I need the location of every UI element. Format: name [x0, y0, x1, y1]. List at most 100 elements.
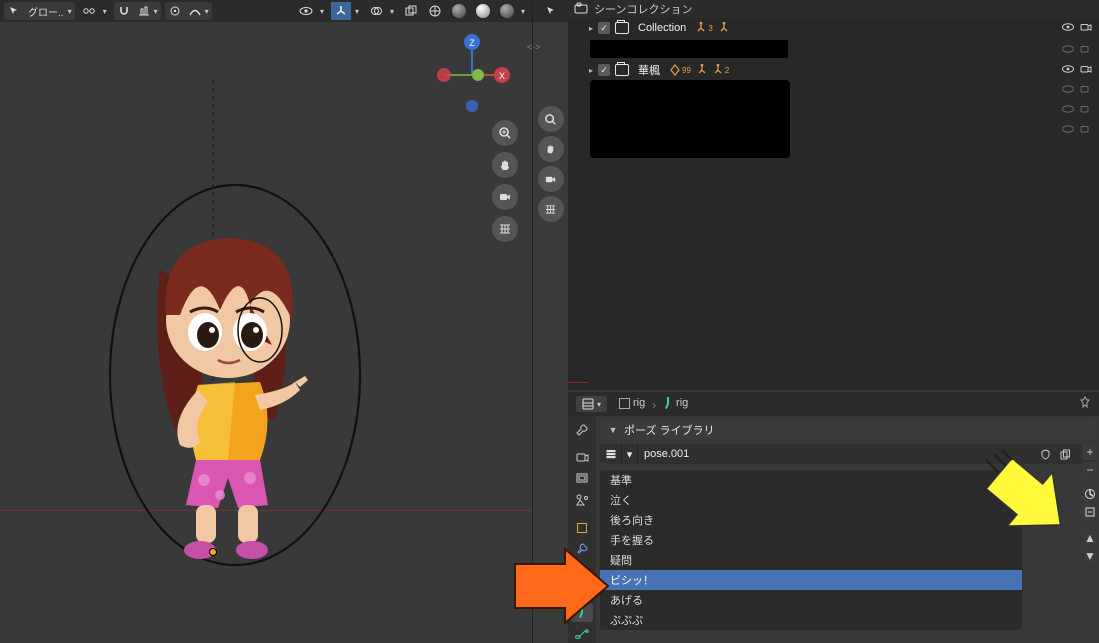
annotation-arrow-orange: [510, 546, 610, 626]
armature-icon: [697, 64, 707, 76]
zoom-icon[interactable]: [492, 120, 518, 146]
shading-matcap-icon[interactable]: [473, 2, 493, 20]
viewport-secondary-header: [533, 0, 568, 22]
eye-icon[interactable]: [1061, 63, 1075, 78]
camera-icon[interactable]: [1079, 43, 1093, 58]
outliner[interactable]: シーンコレクション ▸ ✓ Collection 3: [568, 0, 1099, 390]
scene-collection-icon: [574, 1, 588, 18]
camera-view-icon[interactable]: [492, 184, 518, 210]
collection-icon: [615, 64, 629, 76]
move-down-button[interactable]: ▼: [1082, 548, 1098, 564]
remove-pose-button[interactable]: −: [1082, 462, 1098, 478]
armature-icon: [719, 22, 729, 34]
tab-output[interactable]: [571, 469, 593, 488]
collection-icon: [615, 22, 629, 34]
sanitize-pose-button[interactable]: [1082, 504, 1098, 520]
snap-toggle-icon[interactable]: [114, 2, 134, 20]
camera-icon[interactable]: [1079, 63, 1093, 78]
eye-icon[interactable]: [1061, 123, 1075, 138]
xray-icon[interactable]: [401, 2, 421, 20]
move-up-button[interactable]: ▲: [1082, 530, 1098, 546]
collection-checkbox[interactable]: ✓: [598, 22, 610, 34]
pose-library-panel-header[interactable]: ▼ ポーズ ライブラリ: [600, 420, 1095, 440]
shading-wireframe-icon[interactable]: [425, 2, 445, 20]
pose-item[interactable]: ぷぷぷ: [600, 610, 1022, 630]
outliner-header: シーンコレクション: [568, 0, 1099, 18]
count-badge: 99: [682, 66, 691, 75]
tab-render[interactable]: [571, 448, 593, 467]
proportional-edit-icon[interactable]: [165, 2, 185, 20]
pose-item[interactable]: ビシッ！: [600, 570, 1022, 590]
pose-list[interactable]: 基準泣く後ろ向き手を握る疑問ビシッ！あげるぷぷぷ: [600, 470, 1022, 630]
pose-item[interactable]: 基準: [600, 470, 1022, 490]
outliner-row[interactable]: ▸ ✓ 華楓 99 2: [568, 60, 1099, 80]
nav-buttons: [492, 120, 518, 242]
split-handle-icon[interactable]: <·>: [527, 42, 541, 52]
outliner-row-hidden: [568, 40, 1099, 60]
zoom-icon[interactable]: [538, 106, 564, 132]
gizmo-toggle-icon[interactable]: [331, 2, 351, 20]
disclosure-triangle-icon[interactable]: ▸: [586, 24, 596, 33]
camera-icon[interactable]: [1079, 103, 1093, 118]
chevron-down-icon: ▾: [68, 7, 75, 16]
pose-item[interactable]: 疑問: [600, 550, 1022, 570]
camera-icon[interactable]: [1079, 21, 1093, 36]
falloff-icon[interactable]: [185, 2, 205, 20]
shading-solid-icon[interactable]: [449, 2, 469, 20]
pose-item[interactable]: 後ろ向き: [600, 510, 1022, 530]
floor-line: [568, 382, 588, 383]
action-browse-icon[interactable]: [600, 444, 622, 464]
armature-icon: [696, 22, 706, 34]
svg-text:X: X: [499, 71, 505, 81]
add-pose-button[interactable]: +: [1082, 444, 1098, 460]
chevron-down-icon[interactable]: ▾: [355, 7, 362, 16]
viewport-character[interactable]: [100, 160, 370, 570]
pose-item[interactable]: 泣く: [600, 490, 1022, 510]
viewport-3d[interactable]: グロー.. ▾ ▾ ▾ ▾ ▾: [0, 0, 532, 643]
disclosure-triangle-icon[interactable]: ▸: [586, 66, 596, 75]
chevron-down-icon[interactable]: ▾: [622, 444, 638, 464]
camera-icon[interactable]: [1079, 123, 1093, 138]
collection-checkbox[interactable]: ✓: [598, 64, 610, 76]
collection-name: Collection: [634, 22, 690, 34]
overlay-toggle-icon[interactable]: [366, 2, 386, 20]
chevron-down-icon[interactable]: ▾: [390, 7, 397, 16]
tab-tool[interactable]: [571, 420, 593, 439]
nav-gizmo[interactable]: Z X: [432, 30, 512, 120]
secondary-mode-icon[interactable]: [544, 2, 558, 20]
pose-item[interactable]: 手を握る: [600, 530, 1022, 550]
chevron-down-icon[interactable]: ▾: [521, 7, 528, 16]
disclosure-triangle-icon[interactable]: ▼: [608, 425, 618, 435]
apply-pose-button[interactable]: [1082, 486, 1098, 502]
pan-hand-icon[interactable]: [492, 152, 518, 178]
armature-icon: [713, 64, 723, 76]
tab-scene[interactable]: [571, 490, 593, 509]
cursor-icon: [4, 2, 24, 20]
viewport-header: グロー.. ▾ ▾ ▾ ▾ ▾: [0, 0, 532, 22]
outliner-row-hidden: [568, 80, 1099, 100]
snap-type-icon[interactable]: [134, 2, 154, 20]
shading-rendered-icon[interactable]: [497, 2, 517, 20]
eye-icon[interactable]: [1061, 43, 1075, 58]
tab-bone[interactable]: [571, 624, 593, 643]
mode-selector[interactable]: グロー.. ▾: [4, 2, 75, 20]
svg-text:Z: Z: [469, 38, 475, 48]
chevron-down-icon[interactable]: ▾: [154, 7, 161, 16]
eye-icon[interactable]: [1061, 21, 1075, 36]
tab-object[interactable]: [571, 519, 593, 538]
camera-view-icon[interactable]: [538, 166, 564, 192]
chevron-down-icon[interactable]: ▾: [103, 7, 110, 16]
pan-hand-icon[interactable]: [538, 136, 564, 162]
visibility-icon[interactable]: [296, 2, 316, 20]
chevron-down-icon[interactable]: ▾: [320, 7, 327, 16]
eye-icon[interactable]: [1061, 83, 1075, 98]
outliner-row[interactable]: ▸ ✓ Collection 3: [568, 18, 1099, 38]
perspective-grid-icon[interactable]: [538, 196, 564, 222]
pivot-icon[interactable]: [79, 2, 99, 20]
outliner-row-hidden: [568, 120, 1099, 140]
pose-item[interactable]: あげる: [600, 590, 1022, 610]
chevron-down-icon[interactable]: ▾: [205, 7, 212, 16]
camera-icon[interactable]: [1079, 83, 1093, 98]
perspective-grid-icon[interactable]: [492, 216, 518, 242]
eye-icon[interactable]: [1061, 103, 1075, 118]
